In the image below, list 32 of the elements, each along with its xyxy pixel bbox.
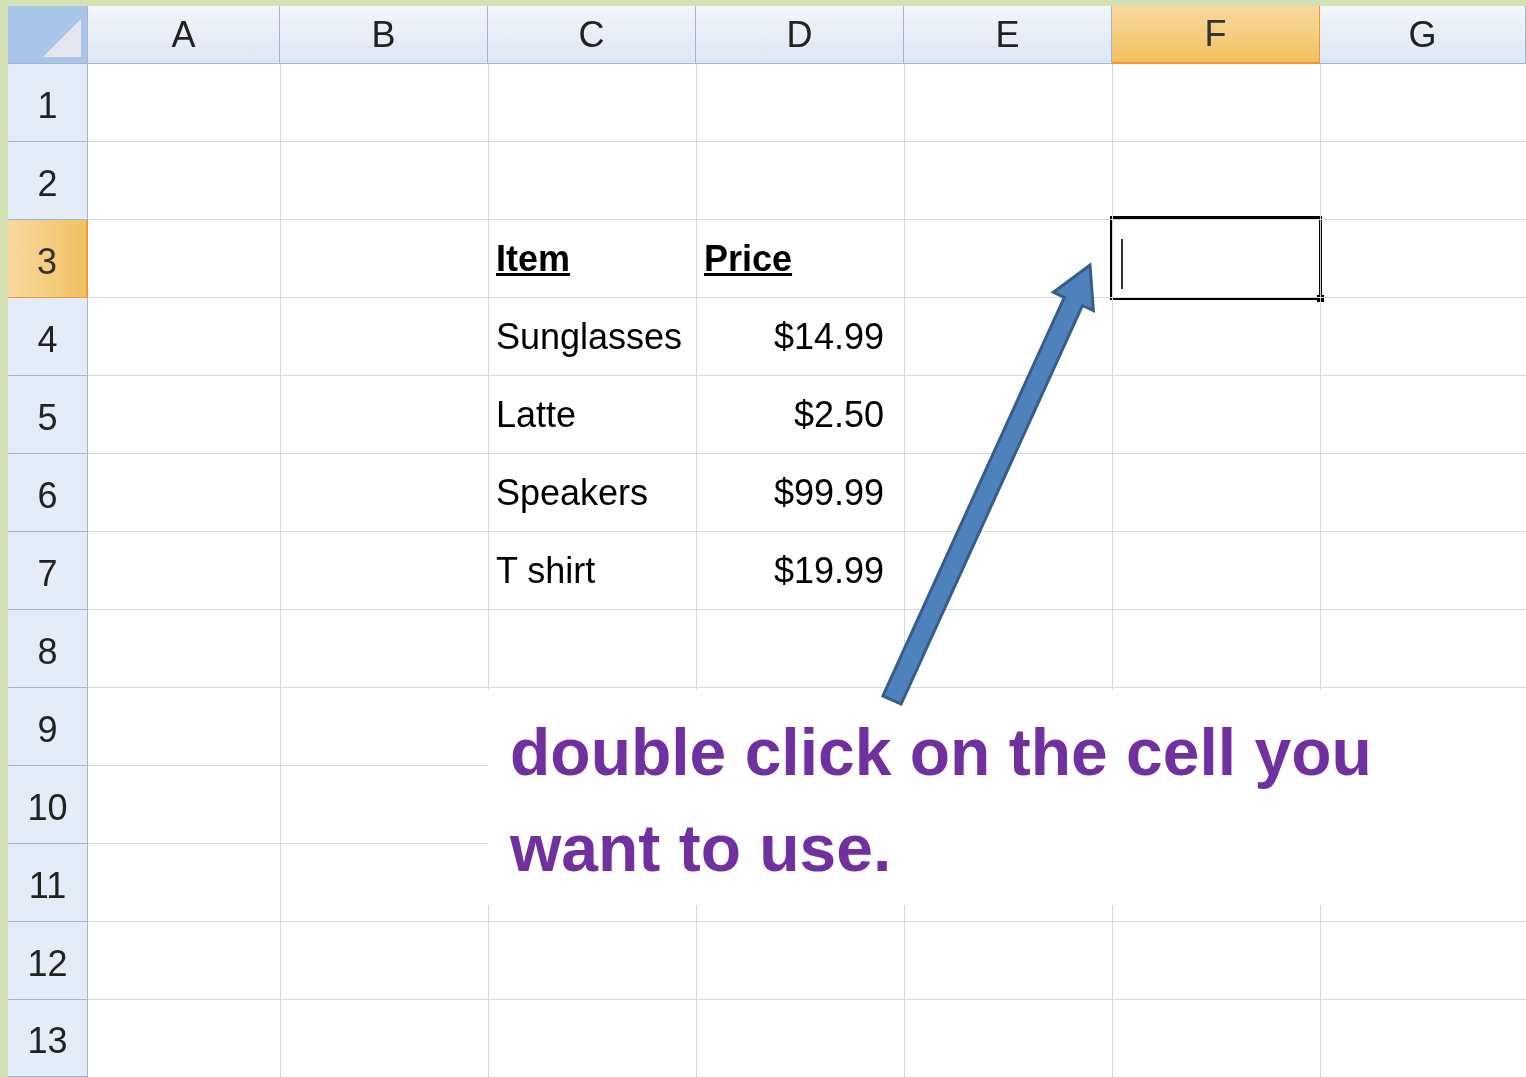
row-header[interactable]: 13: [8, 1000, 88, 1077]
row-header[interactable]: 1: [8, 64, 88, 142]
row-header[interactable]: 7: [8, 532, 88, 610]
cell-value: $2.50: [793, 393, 885, 437]
cell-value: Speakers: [496, 471, 649, 515]
cell-value: T shirt: [496, 549, 596, 593]
row-header[interactable]: 3: [8, 220, 88, 298]
row-header[interactable]: 12: [8, 922, 88, 1000]
row-header[interactable]: 11: [8, 844, 88, 922]
row-header[interactable]: 2: [8, 142, 88, 220]
cell-value: $19.99: [773, 549, 885, 593]
column-header[interactable]: F: [1112, 6, 1320, 64]
column-title: Item: [496, 237, 571, 281]
row-header[interactable]: 5: [8, 376, 88, 454]
column-title: Price: [704, 237, 793, 281]
instruction-text: double click on the cell you want to use.: [510, 714, 1373, 887]
column-header[interactable]: A: [88, 6, 280, 64]
row-header[interactable]: 10: [8, 766, 88, 844]
column-header[interactable]: G: [1320, 6, 1526, 64]
column-header[interactable]: C: [488, 6, 696, 64]
column-header[interactable]: D: [696, 6, 904, 64]
row-header[interactable]: 6: [8, 454, 88, 532]
row-header[interactable]: 4: [8, 298, 88, 376]
cell-value: $14.99: [773, 315, 885, 359]
row-header[interactable]: 8: [8, 610, 88, 688]
text-cursor: [1121, 239, 1123, 289]
column-header[interactable]: B: [280, 6, 488, 64]
cell-value: Sunglasses: [496, 315, 683, 359]
cell-value: $99.99: [773, 471, 885, 515]
cell-value: Latte: [496, 393, 577, 437]
column-header[interactable]: E: [904, 6, 1112, 64]
row-header[interactable]: 9: [8, 688, 88, 766]
